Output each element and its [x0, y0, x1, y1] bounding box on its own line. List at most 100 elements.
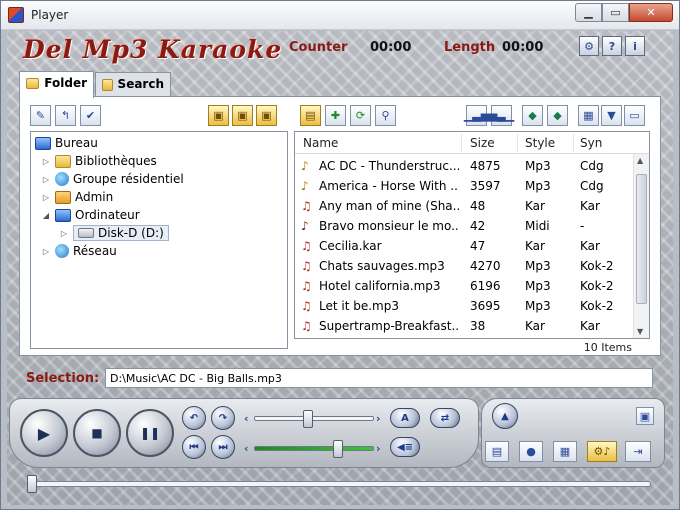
lyrics-button[interactable]: ⇄ — [430, 408, 460, 428]
table-row[interactable]: ♫ Any man of mine (Sha... 48 Kar Kar — [295, 196, 635, 216]
new-folder-button[interactable]: ▣ — [232, 105, 253, 126]
eject-icon: ▲ — [501, 410, 509, 422]
stop-button[interactable]: ■ — [73, 409, 121, 457]
font-button[interactable]: A — [390, 408, 420, 428]
scroll-down-icon[interactable]: ▼ — [637, 327, 643, 336]
dropdown-button[interactable]: ▼ — [601, 105, 622, 126]
tree-item-admin[interactable]: ▷ Admin — [41, 188, 113, 206]
pitch-slider-thumb[interactable] — [333, 440, 343, 458]
expand-arrow-icon[interactable]: ▷ — [41, 157, 51, 166]
stop-icon: ■ — [91, 426, 103, 440]
microphone-icon: ● — [526, 445, 536, 458]
find-button[interactable]: ⚲ — [375, 105, 396, 126]
mini-mode-button[interactable]: ▣ — [636, 407, 654, 425]
close-button[interactable]: ✕ — [629, 3, 673, 22]
window-button[interactable]: ▭ — [624, 105, 645, 126]
tree-item-label: Bureau — [55, 136, 98, 150]
forward-button[interactable]: ↷ — [211, 406, 235, 430]
pause-button[interactable]: ❚❚ — [126, 409, 174, 457]
homegroup-icon — [55, 172, 69, 186]
options-button[interactable]: ⚙♪ — [587, 441, 617, 462]
tab-folder[interactable]: Folder — [19, 71, 94, 98]
edit-path-button[interactable]: ✎ — [30, 105, 51, 126]
table-row[interactable]: ♫ Let it be.mp3 3695 Mp3 Kok-2 — [295, 296, 635, 316]
eject-button[interactable]: ▲ — [492, 403, 518, 429]
search-folder-icon — [102, 79, 113, 91]
expand-arrow-icon[interactable]: ▷ — [59, 229, 69, 238]
table-row[interactable]: ♫ Cecilia.kar 47 Kar Kar — [295, 236, 635, 256]
playlist-icon: ▤ — [305, 109, 316, 122]
file-name: Supertramp-Breakfast... — [319, 319, 459, 333]
file-style: Mp3 — [525, 159, 551, 173]
help-button[interactable]: ? — [602, 36, 622, 56]
move-down-button[interactable]: ◆ — [547, 105, 568, 126]
folder-tree: Bureau ▷ Bibliothèques ▷ Groupe résident… — [30, 131, 288, 349]
previous-button[interactable]: ⏮ — [182, 435, 206, 459]
column-divider[interactable] — [461, 134, 462, 152]
play-button[interactable]: ▶ — [20, 409, 68, 457]
column-name[interactable]: Name — [303, 136, 338, 150]
folder-up-button[interactable]: ▣ — [256, 105, 277, 126]
sort-desc-button[interactable]: ▅▃▁ — [489, 105, 514, 126]
seek-thumb[interactable] — [27, 475, 37, 493]
selection-field[interactable]: D:\Music\AC DC - Big Balls.mp3 — [105, 368, 653, 388]
file-size: 42 — [470, 219, 486, 233]
tab-search[interactable]: Search — [95, 72, 171, 96]
tree-item-reseau[interactable]: ▷ Réseau — [41, 242, 117, 260]
table-row[interactable]: ♫ Supertramp-Breakfast... 38 Kar Kar — [295, 316, 635, 336]
notes-button[interactable]: ▤ — [485, 441, 509, 462]
tree-item-ordinateur[interactable]: ◢ Ordinateur — [41, 206, 140, 224]
pitch-slider[interactable] — [254, 446, 374, 451]
minimize-button[interactable]: ▁ — [575, 3, 602, 22]
column-divider[interactable] — [517, 134, 518, 152]
table-row[interactable]: ♫ Hotel california.mp3 6196 Mp3 Kok-2 — [295, 276, 635, 296]
column-style[interactable]: Style — [525, 136, 555, 150]
tree-item-label: Admin — [75, 190, 114, 204]
file-list-scrollbar[interactable]: ▲ ▼ — [633, 154, 649, 338]
sort-asc-button[interactable]: ▁▃▅ — [464, 105, 489, 126]
view-icon: ▦ — [583, 109, 594, 122]
table-row[interactable]: ♫ Chats sauvages.mp3 4270 Mp3 Kok-2 — [295, 256, 635, 276]
rewind-button[interactable]: ↶ — [182, 406, 206, 430]
next-button[interactable]: ⏭ — [211, 435, 235, 459]
settings-button[interactable]: ⚙ — [579, 36, 599, 56]
file-style: Mp3 — [525, 299, 551, 313]
volume-slider[interactable] — [254, 416, 374, 421]
collapse-arrow-icon[interactable]: ◢ — [41, 211, 51, 220]
seek-bar[interactable] — [29, 481, 651, 487]
display-button[interactable]: ▦ — [553, 441, 577, 462]
tree-item-bureau[interactable]: Bureau — [35, 134, 98, 152]
table-row[interactable]: ♪ AC DC - Thunderstruc... 4875 Mp3 Cdg — [295, 156, 635, 176]
column-divider[interactable] — [573, 134, 574, 152]
view-button[interactable]: ▦ — [578, 105, 599, 126]
playlist-button[interactable]: ▤ — [300, 105, 321, 126]
exit-button[interactable]: ⇥ — [625, 441, 651, 462]
volume-slider-thumb[interactable] — [303, 410, 313, 428]
tree-item-bibliotheques[interactable]: ▷ Bibliothèques — [41, 152, 157, 170]
info-button[interactable]: i — [625, 36, 645, 56]
item-count: 10 Items — [583, 341, 632, 354]
mute-button[interactable]: ◀≡ — [390, 437, 420, 457]
maximize-button[interactable]: ▭ — [602, 3, 629, 22]
back-button[interactable]: ↰ — [55, 105, 76, 126]
scroll-up-icon[interactable]: ▲ — [637, 156, 643, 165]
expand-arrow-icon[interactable]: ▷ — [41, 175, 51, 184]
add-button[interactable]: ✚ — [325, 105, 346, 126]
column-syn[interactable]: Syn — [580, 136, 602, 150]
column-size[interactable]: Size — [470, 136, 495, 150]
table-row[interactable]: ♪ America - Horse With ... 3597 Mp3 Cdg — [295, 176, 635, 196]
file-syn: Kar — [580, 199, 600, 213]
open-folder-button[interactable]: ▣ — [208, 105, 229, 126]
microphone-button[interactable]: ● — [519, 441, 543, 462]
check-button[interactable]: ✔ — [80, 105, 101, 126]
scroll-thumb[interactable] — [636, 174, 647, 304]
expand-arrow-icon[interactable]: ▷ — [41, 193, 51, 202]
expand-arrow-icon[interactable]: ▷ — [41, 247, 51, 256]
undo-arrow-icon: ↶ — [189, 412, 199, 424]
move-up-button[interactable]: ◆ — [522, 105, 543, 126]
refresh-button[interactable]: ⟳ — [350, 105, 371, 126]
tree-item-groupe-residentiel[interactable]: ▷ Groupe résidentiel — [41, 170, 184, 188]
library-icon — [55, 154, 71, 168]
table-row[interactable]: ♪ Bravo monsieur le mo... 42 Midi - — [295, 216, 635, 236]
tree-item-disk-d[interactable]: ▷ Disk-D (D:) — [59, 224, 169, 242]
